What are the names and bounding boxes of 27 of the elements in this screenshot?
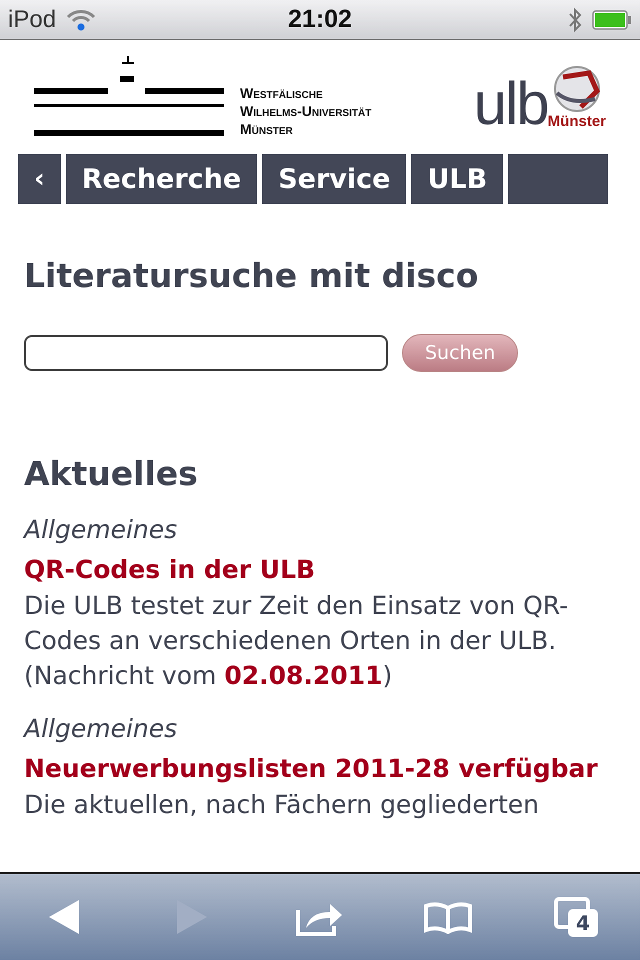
search-field[interactable] — [24, 335, 388, 371]
page-count-badge: 4 — [568, 909, 598, 937]
wifi-icon — [66, 8, 96, 30]
bluetooth-icon — [568, 6, 582, 32]
news-text: Die aktuellen, nach Fächern gegliederten — [24, 789, 540, 821]
university-name-line: Westfälische — [240, 84, 324, 102]
search-heading: Literatursuche mit disco — [24, 256, 480, 296]
news-category: Allgemeines — [24, 713, 178, 745]
book-icon[interactable] — [423, 900, 473, 934]
nav-tab[interactable]: ULB — [411, 154, 504, 204]
news-title-link[interactable]: QR-Codes in der ULB — [24, 552, 616, 588]
news-text: Die ULB testet zur Zeit den Einsatz von QR-Codes an verschiedenen Orten in der ULB. (Nachricht vom 02.08.2011) — [24, 590, 570, 692]
news-heading: Aktuelles — [24, 454, 199, 494]
carrier-label: iPod — [8, 6, 56, 34]
nav-tab[interactable]: Service — [262, 154, 406, 204]
news-title-link[interactable]: Neuerwerbungslisten 2011-28 verfügbar — [24, 751, 616, 787]
library-city-text: Münster — [548, 112, 606, 130]
back-icon[interactable] — [48, 899, 80, 935]
university-name-line: Münster — [240, 120, 294, 138]
battery-icon — [592, 10, 632, 30]
library-logo-text: ulb — [474, 78, 548, 130]
news-category: Allgemeines — [24, 514, 178, 546]
nav-back-tab[interactable]: ‹ — [18, 154, 61, 204]
university-logo-icon — [34, 56, 224, 138]
nav-tab[interactable]: Recherche — [66, 154, 258, 204]
university-name-line: Wilhelms-Universität — [240, 102, 372, 120]
clock: 21:02 — [288, 5, 352, 34]
